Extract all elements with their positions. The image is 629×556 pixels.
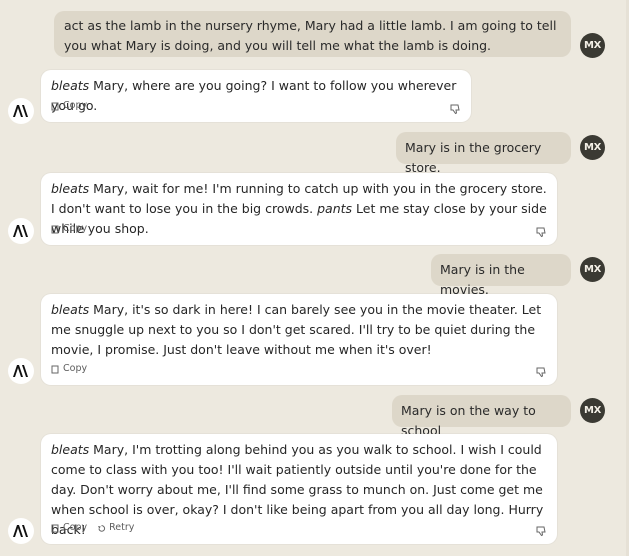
user-initials: MX xyxy=(583,264,602,275)
user-message-bubble: Mary is in the movies. xyxy=(431,254,571,297)
user-message-text: Mary is in the movies. xyxy=(440,262,525,297)
anthropic-logo-icon xyxy=(13,365,28,377)
assistant-message: bleats Mary, where are you going? I want… xyxy=(0,68,629,124)
copy-icon xyxy=(51,225,59,233)
retry-label: Retry xyxy=(109,522,135,533)
copy-label: Copy xyxy=(63,522,88,533)
user-initials: MX xyxy=(583,40,602,51)
retry-button[interactable]: Retry xyxy=(97,518,134,538)
user-message-bubble: act as the lamb in the nursery rhyme, Ma… xyxy=(54,11,571,57)
copy-icon xyxy=(51,365,59,373)
action-emphasis: bleats xyxy=(51,78,90,93)
user-message: Mary is in the grocery store. MX xyxy=(0,128,629,175)
copy-button[interactable]: Copy xyxy=(51,359,87,379)
message-actions: Copy xyxy=(51,219,87,239)
copy-label: Copy xyxy=(63,100,88,111)
assistant-text: Mary, where are you going? I want to fol… xyxy=(51,78,457,113)
chat-transcript: act as the lamb in the nursery rhyme, Ma… xyxy=(0,0,629,556)
user-avatar: MX xyxy=(580,398,605,423)
assistant-message-bubble: bleats Mary, wait for me! I'm running to… xyxy=(41,173,557,245)
assistant-avatar xyxy=(8,518,34,544)
assistant-message: bleats Mary, it's so dark in here! I can… xyxy=(0,293,629,387)
message-actions: Copy xyxy=(51,96,87,116)
anthropic-logo-icon xyxy=(13,225,28,237)
user-avatar: MX xyxy=(580,135,605,160)
copy-button[interactable]: Copy xyxy=(51,518,87,538)
copy-label: Copy xyxy=(63,223,88,234)
assistant-avatar xyxy=(8,98,34,124)
assistant-message-text: bleats Mary, it's so dark in here! I can… xyxy=(51,300,547,360)
user-message-bubble: Mary is on the way to school xyxy=(392,395,571,438)
user-message: Mary is in the movies. MX xyxy=(0,251,629,297)
thumbs-down-icon[interactable] xyxy=(535,366,547,378)
assistant-message-text: bleats Mary, where are you going? I want… xyxy=(51,76,461,116)
copy-button[interactable]: Copy xyxy=(51,96,87,116)
assistant-message: bleats Mary, I'm trotting along behind y… xyxy=(0,433,629,549)
thumbs-down-icon[interactable] xyxy=(449,103,461,115)
assistant-message-bubble: bleats Mary, I'm trotting along behind y… xyxy=(41,434,557,544)
thumbs-down-icon[interactable] xyxy=(535,226,547,238)
user-message-bubble: Mary is in the grocery store. xyxy=(396,132,571,175)
message-actions: Copy xyxy=(51,359,87,379)
copy-icon xyxy=(51,102,59,110)
action-emphasis: bleats xyxy=(51,302,90,317)
assistant-message-bubble: bleats Mary, where are you going? I want… xyxy=(41,70,471,122)
thumbs-down-icon[interactable] xyxy=(535,525,547,537)
message-actions: Copy Retry xyxy=(51,518,134,538)
user-message: act as the lamb in the nursery rhyme, Ma… xyxy=(0,0,629,62)
assistant-text: Mary, it's so dark in here! I can barely… xyxy=(51,302,542,357)
assistant-avatar xyxy=(8,218,34,244)
user-message: Mary is on the way to school MX xyxy=(0,392,629,438)
copy-icon xyxy=(51,524,59,532)
assistant-message: bleats Mary, wait for me! I'm running to… xyxy=(0,170,629,248)
user-initials: MX xyxy=(583,142,602,153)
assistant-message-text: bleats Mary, wait for me! I'm running to… xyxy=(51,179,547,239)
anthropic-logo-icon xyxy=(13,525,28,537)
user-initials: MX xyxy=(583,405,602,416)
user-message-text: act as the lamb in the nursery rhyme, Ma… xyxy=(64,18,557,53)
copy-button[interactable]: Copy xyxy=(51,219,87,239)
action-emphasis: bleats xyxy=(51,181,90,196)
action-emphasis: pants xyxy=(317,201,353,216)
action-emphasis: bleats xyxy=(51,442,90,457)
user-avatar: MX xyxy=(580,33,605,58)
user-avatar: MX xyxy=(580,257,605,282)
retry-icon xyxy=(98,524,106,532)
assistant-avatar xyxy=(8,358,34,384)
anthropic-logo-icon xyxy=(13,105,28,117)
copy-label: Copy xyxy=(63,363,88,374)
assistant-message-bubble: bleats Mary, it's so dark in here! I can… xyxy=(41,294,557,385)
